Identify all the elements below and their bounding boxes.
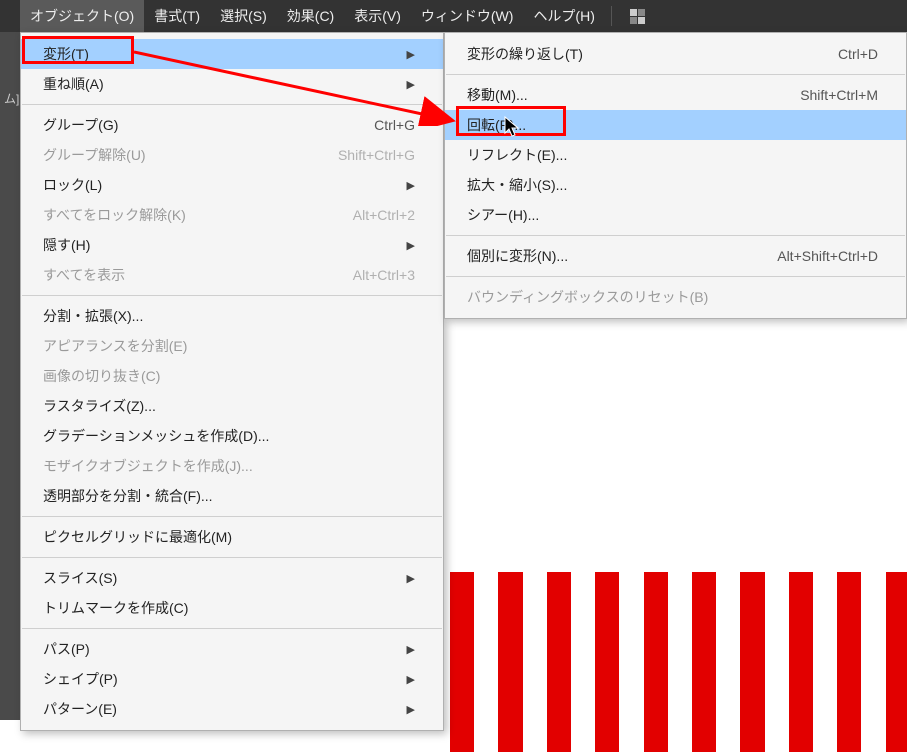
menu-item-gradient-mesh[interactable]: グラデーションメッシュを作成(D)... bbox=[21, 421, 443, 451]
menu-item-expand[interactable]: 分割・拡張(X)... bbox=[21, 301, 443, 331]
object-menu: 変形(T)▶ 重ね順(A)▶ グループ(G)Ctrl+G グループ解除(U)Sh… bbox=[20, 32, 444, 731]
menu-divider bbox=[446, 74, 905, 75]
menubar-separator bbox=[611, 6, 612, 26]
menu-item-mosaic: モザイクオブジェクトを作成(J)... bbox=[21, 451, 443, 481]
submenu-arrow-icon: ▶ bbox=[407, 179, 415, 192]
menu-item-group[interactable]: グループ(G)Ctrl+G bbox=[21, 110, 443, 140]
submenu-item-rotate[interactable]: 回転(R)... bbox=[445, 110, 906, 140]
menu-item-crop-image: 画像の切り抜き(C) bbox=[21, 361, 443, 391]
menu-help[interactable]: ヘルプ(H) bbox=[523, 0, 604, 32]
menu-effect[interactable]: 効果(C) bbox=[277, 0, 344, 32]
submenu-item-reflect[interactable]: リフレクト(E)... bbox=[445, 140, 906, 170]
submenu-item-move[interactable]: 移動(M)...Shift+Ctrl+M bbox=[445, 80, 906, 110]
menu-divider bbox=[22, 557, 442, 558]
menu-item-ungroup: グループ解除(U)Shift+Ctrl+G bbox=[21, 140, 443, 170]
submenu-arrow-icon: ▶ bbox=[407, 643, 415, 656]
submenu-item-transform-again[interactable]: 変形の繰り返し(T)Ctrl+D bbox=[445, 39, 906, 69]
submenu-item-scale[interactable]: 拡大・縮小(S)... bbox=[445, 170, 906, 200]
submenu-item-reset-bbox: バウンディングボックスのリセット(B) bbox=[445, 282, 906, 312]
menu-view[interactable]: 表示(V) bbox=[344, 0, 411, 32]
submenu-arrow-icon: ▶ bbox=[407, 239, 415, 252]
menu-item-slice[interactable]: スライス(S)▶ bbox=[21, 563, 443, 593]
menu-divider bbox=[22, 628, 442, 629]
submenu-arrow-icon: ▶ bbox=[407, 703, 415, 716]
menu-item-pixel-perfect[interactable]: ピクセルグリッドに最適化(M) bbox=[21, 522, 443, 552]
menu-divider bbox=[446, 276, 905, 277]
transform-submenu: 変形の繰り返し(T)Ctrl+D 移動(M)...Shift+Ctrl+M 回転… bbox=[444, 32, 907, 319]
left-strip-label: ム] bbox=[4, 90, 19, 107]
menu-item-path[interactable]: パス(P)▶ bbox=[21, 634, 443, 664]
submenu-item-transform-each[interactable]: 個別に変形(N)...Alt+Shift+Ctrl+D bbox=[445, 241, 906, 271]
submenu-arrow-icon: ▶ bbox=[407, 673, 415, 686]
menu-item-lock[interactable]: ロック(L)▶ bbox=[21, 170, 443, 200]
menu-item-transform[interactable]: 変形(T)▶ bbox=[21, 39, 443, 69]
submenu-item-shear[interactable]: シアー(H)... bbox=[445, 200, 906, 230]
menu-item-unlock-all: すべてをロック解除(K)Alt+Ctrl+2 bbox=[21, 200, 443, 230]
submenu-arrow-icon: ▶ bbox=[407, 48, 415, 61]
menu-item-hide[interactable]: 隠す(H)▶ bbox=[21, 230, 443, 260]
menu-type[interactable]: 書式(T) bbox=[144, 0, 210, 32]
menu-select[interactable]: 選択(S) bbox=[210, 0, 277, 32]
menu-divider bbox=[22, 516, 442, 517]
canvas-artwork-stripes bbox=[450, 572, 907, 752]
menu-item-shape[interactable]: シェイプ(P)▶ bbox=[21, 664, 443, 694]
menu-window[interactable]: ウィンドウ(W) bbox=[411, 0, 524, 32]
menu-divider bbox=[22, 295, 442, 296]
menu-item-trim-marks[interactable]: トリムマークを作成(C) bbox=[21, 593, 443, 623]
menu-item-show-all: すべてを表示Alt+Ctrl+3 bbox=[21, 260, 443, 290]
menu-divider bbox=[22, 104, 442, 105]
menu-object[interactable]: オブジェクト(O) bbox=[20, 0, 144, 32]
menu-item-flatten[interactable]: 透明部分を分割・統合(F)... bbox=[21, 481, 443, 511]
menu-item-rasterize[interactable]: ラスタライズ(Z)... bbox=[21, 391, 443, 421]
menubar: オブジェクト(O) 書式(T) 選択(S) 効果(C) 表示(V) ウィンドウ(… bbox=[0, 0, 907, 32]
submenu-arrow-icon: ▶ bbox=[407, 572, 415, 585]
workspace-switcher-icon[interactable] bbox=[618, 0, 657, 32]
menu-divider bbox=[446, 235, 905, 236]
menu-item-expand-appearance: アピアランスを分割(E) bbox=[21, 331, 443, 361]
left-panel-strip: ム] bbox=[0, 32, 20, 720]
submenu-arrow-icon: ▶ bbox=[407, 78, 415, 91]
menu-item-arrange[interactable]: 重ね順(A)▶ bbox=[21, 69, 443, 99]
